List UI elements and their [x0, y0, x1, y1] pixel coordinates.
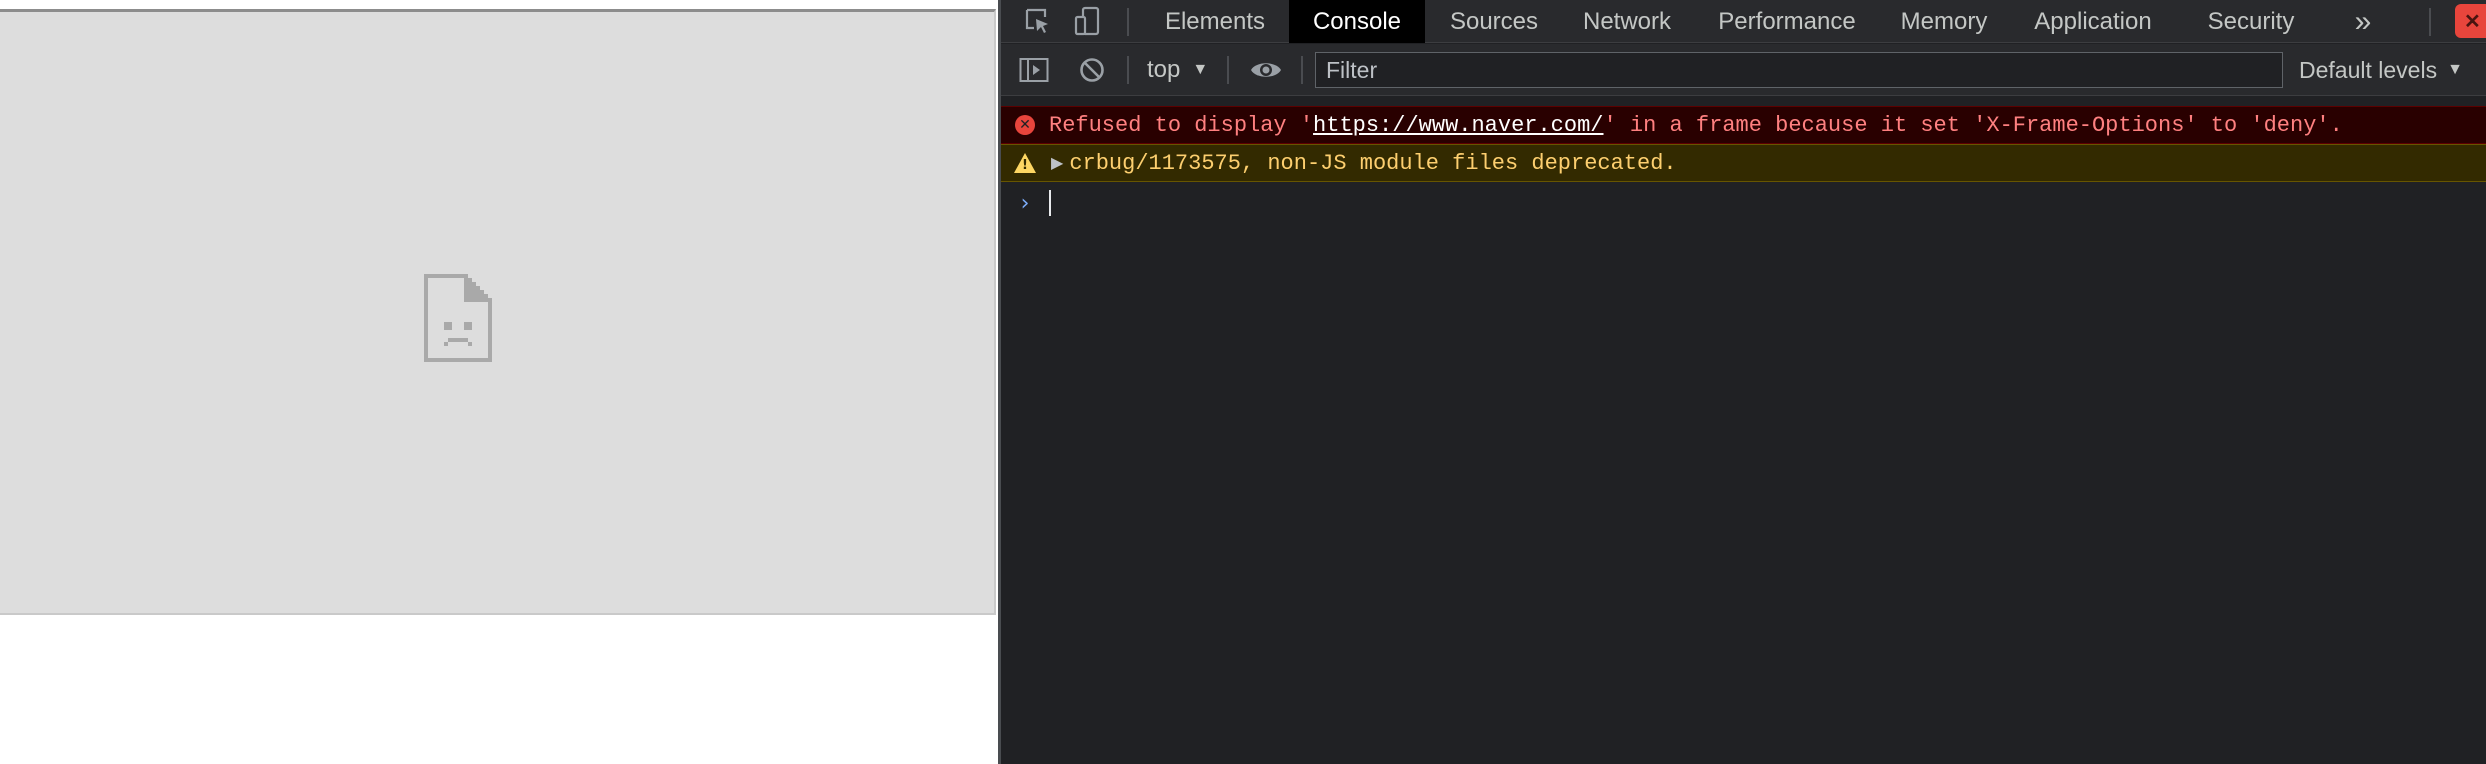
text-caret — [1049, 190, 1051, 216]
tab-sources[interactable]: Sources — [1433, 0, 1555, 43]
console-messages: ✕ Refused to display ' https://www.naver.… — [1001, 96, 2486, 764]
live-expression-eye-icon[interactable] — [1249, 53, 1283, 87]
devtools-panel: Elements Console Sources Network Perform… — [998, 0, 2486, 764]
inspect-element-icon[interactable] — [1021, 4, 1055, 38]
tab-network[interactable]: Network — [1563, 0, 1691, 43]
error-url-link[interactable]: https://www.naver.com/ — [1313, 113, 1603, 138]
error-icon: ✕ — [1015, 115, 1035, 135]
tab-elements[interactable]: Elements — [1149, 0, 1281, 43]
context-selector-label: top — [1147, 56, 1181, 83]
error-text-suffix: ' in a frame because it set 'X-Frame-Opt… — [1603, 112, 2343, 138]
toolbar-divider-3 — [1301, 56, 1303, 84]
sad-document-icon — [424, 274, 492, 362]
tab-performance[interactable]: Performance — [1699, 0, 1875, 43]
error-count-badge[interactable]: ✕ — [2455, 4, 2486, 38]
prompt-chevron-icon: › — [1020, 190, 1030, 216]
chevron-down-icon: ▼ — [1192, 61, 1209, 78]
tab-memory[interactable]: Memory — [1883, 0, 2005, 43]
filter-input[interactable] — [1315, 52, 2283, 88]
more-tabs-icon[interactable]: » — [2343, 0, 2383, 43]
page-viewport — [0, 0, 998, 764]
context-selector[interactable]: top ▼ — [1147, 44, 1208, 96]
toolbar-divider-2 — [1227, 56, 1229, 84]
tab-bar-divider — [1127, 8, 1129, 36]
console-warning-message[interactable]: ! ▶ crbug/1173575, non-JS module files d… — [1001, 144, 2486, 182]
log-levels-label: Default levels — [2299, 56, 2438, 83]
clear-console-icon[interactable] — [1075, 53, 1109, 87]
warning-icon: ! — [1014, 153, 1036, 173]
log-levels-dropdown[interactable]: Default levels ▼ — [2299, 44, 2463, 96]
chevron-down-icon: ▼ — [2447, 61, 2463, 78]
tab-application[interactable]: Application — [2013, 0, 2173, 43]
tab-console[interactable]: Console — [1289, 0, 1425, 43]
tab-security[interactable]: Security — [2181, 0, 2321, 43]
expand-triangle-icon[interactable]: ▶ — [1051, 153, 1063, 173]
tab-bar-divider-right — [2429, 8, 2431, 36]
devtools-tab-bar: Elements Console Sources Network Perform… — [1001, 0, 2486, 43]
warning-text: crbug/1173575, non-JS module files depre… — [1069, 150, 1677, 176]
console-toolbar: top ▼ Default levels ▼ — [1001, 44, 2486, 96]
show-sidebar-icon[interactable] — [1017, 53, 1051, 87]
device-toolbar-icon[interactable] — [1071, 4, 1105, 38]
blocked-iframe — [0, 9, 996, 615]
console-error-message: ✕ Refused to display ' https://www.naver.… — [1001, 106, 2486, 144]
console-prompt[interactable]: › — [1001, 184, 1051, 222]
toolbar-divider — [1127, 56, 1129, 84]
error-text-prefix: Refused to display ' — [1049, 112, 1314, 138]
